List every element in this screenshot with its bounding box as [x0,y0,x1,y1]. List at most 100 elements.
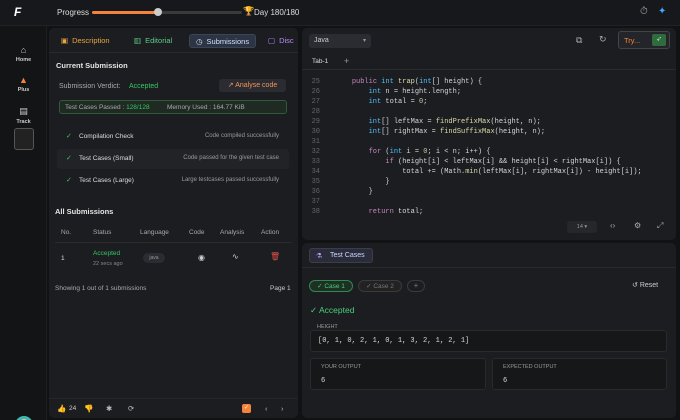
language-select[interactable]: Java ▾ [309,34,371,48]
code-line: if (height[i] < leftMax[i] && height[i] … [385,158,621,166]
case-label: Case 2 [373,283,394,290]
add-case-button[interactable]: + [407,280,425,292]
line-number: 29 [311,118,320,126]
tab-test-cases[interactable]: ⚗ Test Cases [309,248,373,263]
code-line: int[] rightMax = findSuffixMax(height, n… [368,128,546,136]
app-logo[interactable]: F [14,5,36,21]
line-number: 38 [311,208,320,216]
rocket-icon[interactable]: ➶ [652,34,666,46]
section-title: Current Submission [56,61,128,70]
settings-icon[interactable]: ⚙ [634,221,641,230]
trophy-icon: 🏆 [243,6,255,16]
copy-icon[interactable]: ⧉ [576,35,582,46]
expected-output-box: EXPECTED OUTPUT 6 [492,358,667,390]
column-header: Status [93,229,112,236]
avatar[interactable] [15,416,33,420]
row-number: 1 [61,255,65,262]
reset-button[interactable]: ↺ Reset [632,281,658,289]
tab-discussion[interactable]: ▢ Disc [262,34,300,48]
tab-label: Test Cases [330,252,365,259]
editor-tab[interactable]: Tab-1 [312,58,328,65]
code-line: int n = height.length; [368,88,462,96]
analyse-code-button[interactable]: ↗ Analyse code [219,79,286,92]
sidebar-item-home[interactable]: ⌂ Home [0,45,47,63]
progress-knob[interactable] [154,8,162,16]
sidebar-item-track-highlight [14,128,34,150]
line-number: 33 [311,158,320,166]
timer-icon[interactable]: ⏱ [640,6,648,17]
code-line: int[] leftMax = findPrefixMax(height, n)… [368,118,541,126]
tab-label: Disc [279,36,294,45]
tests-passed-label: Test Cases Passed : [65,104,125,111]
view-code-icon[interactable]: ◉ [198,253,205,262]
delete-icon[interactable]: 🗑 [270,252,280,261]
line-number: 26 [311,88,320,96]
add-tab-icon[interactable]: + [344,56,349,66]
font-size-value: 14 [576,224,583,230]
submissions-panel: ▣ Description ▥ Editorial ◷ Submissions ▢ Di… [49,28,298,418]
font-size-select[interactable]: 14 ▾ [567,221,597,233]
track-icon: ▤ [19,106,28,116]
case-2-tab[interactable]: ✓ Case 2 [358,280,402,292]
reset-icon: ↺ [632,282,640,289]
home-icon: ⌂ [20,45,27,55]
sidebar-item-label: Plus [17,87,30,93]
sidebar-item-track[interactable]: ▤ Track [0,106,47,125]
line-number: 25 [311,78,320,86]
test-cases-panel: ⚗ Test Cases ✓ Case 1 ✓ Case 2 + ↺ Reset… [302,243,676,418]
code-area[interactable]: 25 public int trap(int[] height) {26 int… [302,76,676,216]
editor-toolbar: 14 ▾ ‹› ⚙ ⤢ [302,220,676,238]
try-button[interactable]: Try... ➶ [618,31,670,49]
column-header: Analysis [220,229,245,236]
progress-bar[interactable] [92,8,242,16]
plus-flame-icon: ▲ [19,75,28,85]
chevron-right-icon[interactable]: › [281,404,284,413]
check-icon: ✓ [66,155,72,162]
line-number: 28 [311,108,320,116]
top-bar: F Progress 🏆 Day 180/180 ⏱ ✦ [0,0,680,26]
result-status: ✓ Accepted [310,305,354,316]
share-icon[interactable]: ⟳ [128,404,134,413]
code-line: } [335,178,390,186]
tab-submissions[interactable]: ◷ Submissions [189,34,257,48]
thumbs-down-icon[interactable]: 👎 [84,404,93,413]
table-header: No. Status Language Code Analysis Action [55,225,292,243]
check-desc: Code passed for the given test case [183,155,279,161]
editor-tabs: Tab-1 + [302,56,676,70]
sidebar-item-plus[interactable]: ▲ Plus [0,75,47,93]
line-number: 27 [311,98,320,106]
clock-icon: ◷ [196,37,203,46]
tests-passed-value: 128/128 [126,104,150,111]
case-label: Case 1 [324,283,345,290]
input-value[interactable]: [0, 1, 0, 2, 1, 0, 1, 3, 2, 1, 2, 1] [310,330,667,352]
line-number: 31 [311,138,320,146]
code-brackets-icon[interactable]: ‹› [610,221,615,230]
fullscreen-icon[interactable]: ⤢ [657,221,663,231]
stats-box: Test Cases Passed : 128/128 Memory Used … [59,100,287,114]
verdict-value: Accepted [129,83,159,90]
check-row: ✓ Compilation Check Code compiled succes… [57,127,289,147]
check-icon: ✓ [66,133,72,140]
analysis-icon[interactable]: ∿ [232,252,239,261]
tab-editorial[interactable]: ▥ Editorial [128,34,178,48]
check-name: Compilation Check [79,133,134,140]
check-name: Test Cases (Small) [79,155,134,162]
column-header: No. [61,229,72,236]
tab-description[interactable]: ▣ Description [55,34,116,48]
bookmark-checkbox[interactable]: ✓ [242,404,251,413]
bug-icon[interactable]: ✱ [106,404,112,413]
row-status: Accepted [93,250,121,257]
magic-wand-icon[interactable]: ✦ [658,6,666,17]
line-number: 37 [311,198,320,206]
check-row: ✓ Test Cases (Small) Code passed for the… [57,149,289,169]
output-label: YOUR OUTPUT [321,364,362,370]
chevron-left-icon[interactable]: ‹ [265,404,268,413]
refresh-icon[interactable]: ↻ [599,34,607,45]
code-line: } [335,188,373,196]
thumbs-up-icon[interactable]: 👍 [57,404,66,413]
column-header: Action [261,229,280,236]
verdict-label: Submission Verdict: [59,83,121,90]
table-row[interactable]: 1 Accepted 22 secs ago java ◉ ∿ 🗑 [55,244,292,272]
case-1-tab[interactable]: ✓ Case 1 [309,280,353,292]
chevron-down-icon: ▾ [362,38,366,44]
